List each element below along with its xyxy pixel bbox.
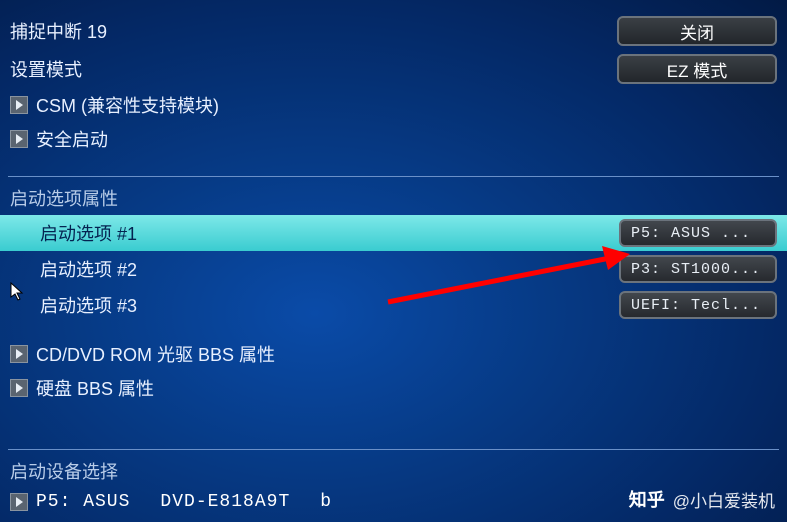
boot-props-header: 启动选项属性 (0, 179, 787, 215)
boot-option-1-value[interactable]: P5: ASUS ... (619, 219, 777, 247)
boot-option-2-row[interactable]: 启动选项 #2 P3: ST1000... (0, 251, 787, 287)
cd-dvd-bbs-label: CD/DVD ROM 光驱 BBS 属性 (36, 341, 777, 367)
boot-option-1-row[interactable]: 启动选项 #1 P5: ASUS ... (0, 215, 787, 251)
csm-label: CSM (兼容性支持模块) (36, 92, 777, 118)
zhihu-logo-icon: 知乎 (629, 486, 665, 512)
divider (8, 176, 779, 177)
hdd-bbs-label: 硬盘 BBS 属性 (36, 375, 777, 401)
expand-icon (10, 345, 28, 363)
csm-item[interactable]: CSM (兼容性支持模块) (0, 88, 787, 122)
boot-option-3-label: 启动选项 #3 (10, 292, 619, 318)
expand-icon (10, 96, 28, 114)
boot-option-3-row[interactable]: 启动选项 #3 UEFI: Tecl... (0, 287, 787, 323)
boot-option-2-value[interactable]: P3: ST1000... (619, 255, 777, 283)
setup-mode-label: 设置模式 (10, 56, 607, 82)
watermark: 知乎 @小白爱装机 (629, 486, 775, 512)
boot-device-prefix: P5: ASUS (36, 492, 130, 512)
expand-icon (10, 379, 28, 397)
close-button[interactable]: 关闭 (617, 16, 777, 46)
divider (8, 449, 779, 450)
boot-device-model: DVD-E818A9T (160, 492, 290, 512)
hdd-bbs-item[interactable]: 硬盘 BBS 属性 (0, 371, 787, 405)
boot-option-1-label: 启动选项 #1 (10, 220, 619, 246)
expand-icon (10, 130, 28, 148)
watermark-text: @小白爱装机 (673, 487, 775, 512)
cd-dvd-bbs-item[interactable]: CD/DVD ROM 光驱 BBS 属性 (0, 337, 787, 371)
secure-boot-item[interactable]: 安全启动 (0, 122, 787, 156)
ez-mode-button[interactable]: EZ 模式 (617, 54, 777, 84)
capture-int-label: 捕捉中断 19 (10, 18, 607, 44)
secure-boot-label: 安全启动 (36, 126, 777, 152)
expand-icon (10, 493, 28, 511)
boot-device-suffix: b (320, 492, 332, 512)
boot-option-3-value[interactable]: UEFI: Tecl... (619, 291, 777, 319)
boot-device-header: 启动设备选择 (0, 452, 787, 488)
boot-option-2-label: 启动选项 #2 (10, 256, 619, 282)
